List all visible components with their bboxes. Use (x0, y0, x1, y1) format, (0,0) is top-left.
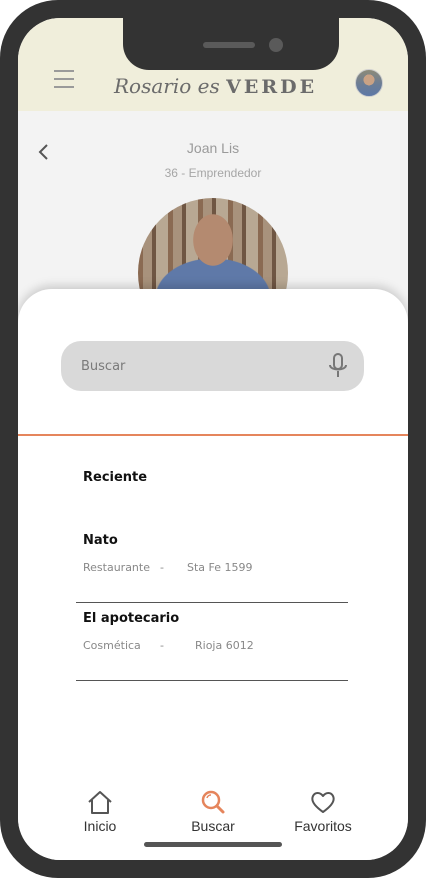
notch (123, 18, 339, 70)
recent-heading: Reciente (83, 470, 148, 485)
nav-item-buscar[interactable]: Buscar (168, 789, 258, 834)
hamburger-menu-icon[interactable] (54, 70, 74, 88)
logo-bold-text: VERDE (226, 76, 318, 98)
microphone-icon[interactable] (327, 353, 349, 379)
app-logo: Rosario es VERDE (114, 74, 314, 104)
nav-label-buscar: Buscar (191, 818, 235, 834)
logo-script-text: Rosario es (114, 74, 220, 98)
recent-item-category: Cosmética (83, 639, 141, 652)
recent-item-nato[interactable]: Nato Restaurante - Sta Fe 1599 (76, 533, 348, 603)
search-sheet: Reciente Nato Restaurante - Sta Fe 1599 … (18, 289, 408, 860)
home-icon (88, 791, 112, 814)
search-bar[interactable] (61, 341, 364, 391)
nav-item-inicio[interactable]: Inicio (55, 789, 145, 834)
nav-label-favoritos: Favoritos (294, 818, 352, 834)
recent-item-address: Rioja 6012 (195, 639, 254, 652)
recent-item-separator: - (160, 639, 164, 652)
search-icon (201, 790, 225, 814)
recent-item-name: El apotecario (83, 611, 180, 626)
phone-frame: Rosario es VERDE Joan Lis 36 - Emprended… (0, 0, 426, 878)
speaker (203, 42, 255, 48)
search-input[interactable] (81, 356, 301, 376)
profile-name: Joan Lis (186, 140, 240, 156)
nav-item-favoritos[interactable]: Favoritos (278, 789, 368, 834)
bottom-nav: Inicio Buscar Favoritos (18, 789, 408, 860)
user-avatar[interactable] (355, 69, 383, 97)
home-indicator (144, 842, 282, 847)
screen: Rosario es VERDE Joan Lis 36 - Emprended… (18, 18, 408, 860)
accent-divider (18, 434, 408, 436)
recent-item-name: Nato (83, 533, 118, 548)
profile-subtitle: 36 - Emprendedor (164, 166, 262, 180)
recent-item-address: Sta Fe 1599 (187, 561, 253, 574)
recent-item-separator: - (160, 561, 164, 574)
recent-item-el-apotecario[interactable]: El apotecario Cosmética - Rioja 6012 (76, 611, 348, 681)
nav-label-inicio: Inicio (83, 818, 117, 834)
front-camera (269, 38, 283, 52)
recent-item-category: Restaurante (83, 561, 150, 574)
heart-icon (311, 792, 335, 813)
